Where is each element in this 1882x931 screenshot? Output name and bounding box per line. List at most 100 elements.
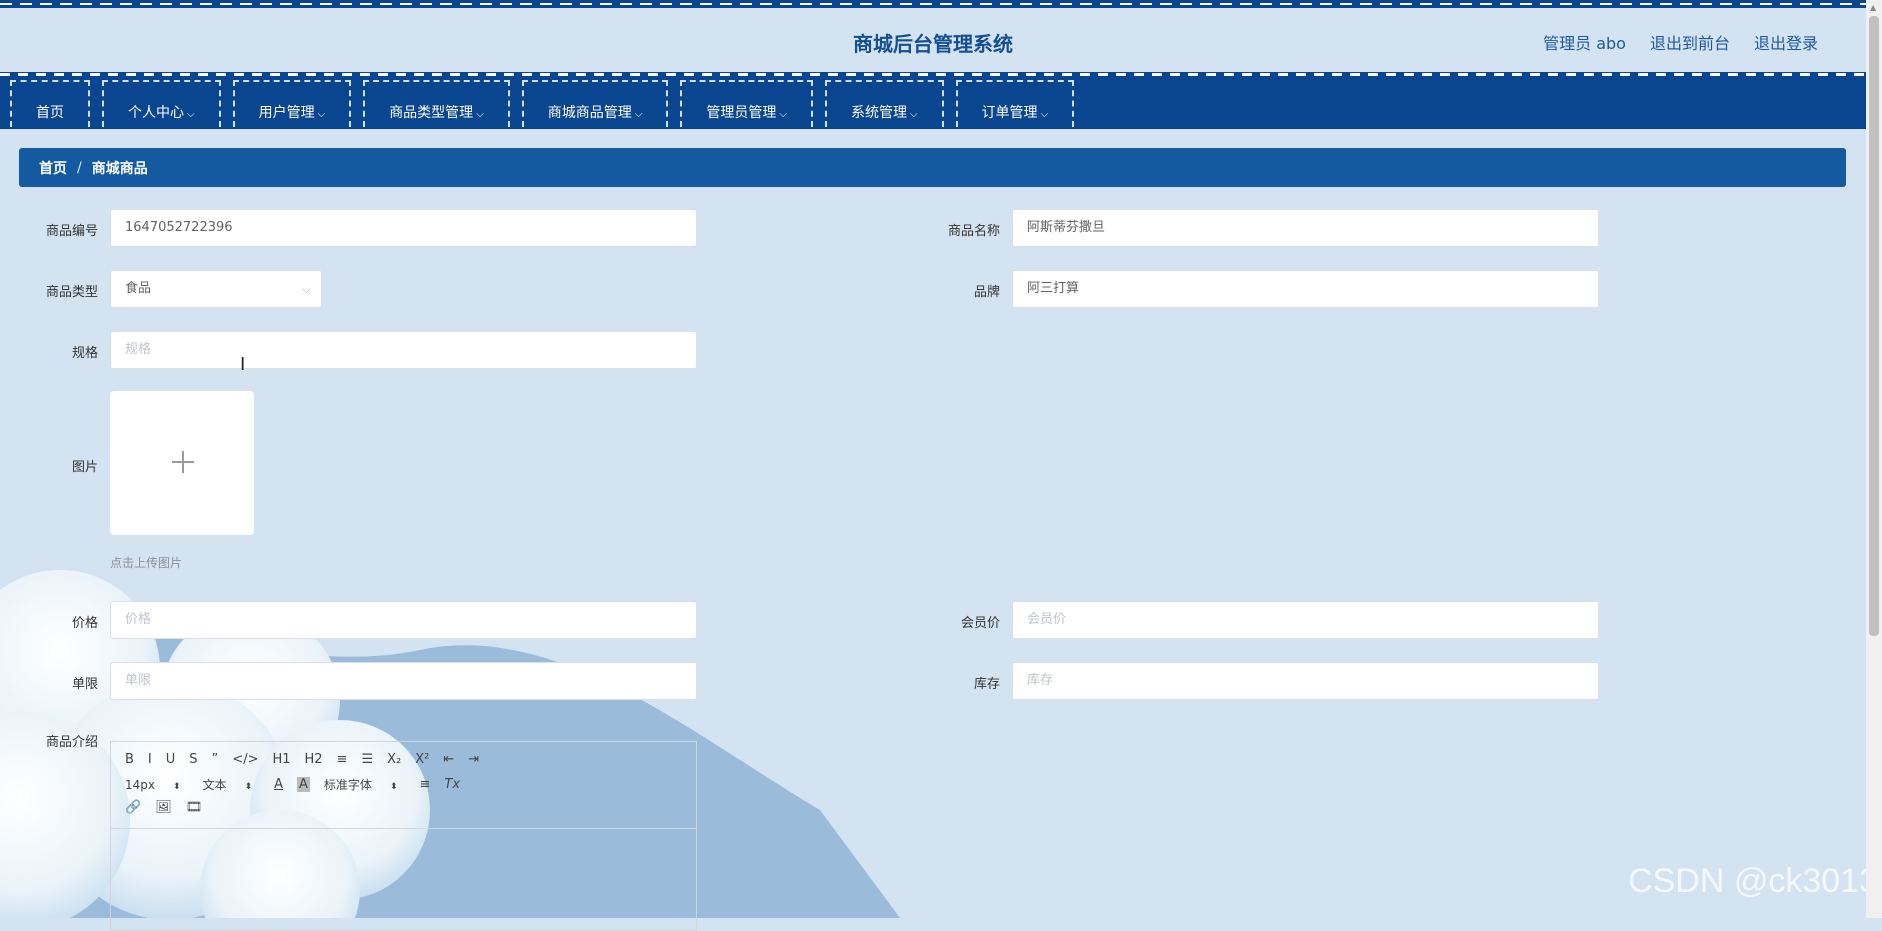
nav-item-label: 商城商品管理 [547, 105, 632, 121]
select-arrow-icon: ⬍ [173, 781, 181, 792]
member-price-label: 会员价 [960, 616, 1000, 631]
breadcrumb-separator: / [77, 159, 82, 176]
to-front-link[interactable]: 退出到前台 [1650, 30, 1730, 54]
code-input[interactable]: 1647052722396 [110, 209, 697, 247]
header-links: 管理员 abo 退出到前台 退出登录 [1543, 30, 1818, 54]
heading-select[interactable]: 文本 ⬍ [203, 776, 253, 793]
plus-icon [172, 451, 194, 473]
nav-item[interactable]: 订单管理 ⌵ [955, 80, 1075, 127]
top-header: 商城后台管理系统 管理员 abo 退出到前台 退出登录 [0, 0, 1866, 72]
italic-icon[interactable]: I [148, 752, 152, 767]
superscript-icon[interactable]: X² [415, 752, 429, 767]
clear-format-icon[interactable]: Tx [444, 777, 460, 792]
brand-input[interactable]: 阿三打算 [1012, 270, 1599, 308]
nav-item[interactable]: 系统管理 ⌵ [824, 80, 944, 127]
font-family-select[interactable]: 标准字体 ⬍ [324, 776, 398, 793]
background-color-icon[interactable]: A [297, 777, 310, 792]
code-label: 商品编号 [45, 224, 98, 239]
scrollbar-thumb[interactable] [1869, 16, 1879, 636]
type-label: 商品类型 [45, 285, 98, 300]
underline-icon[interactable]: U [166, 752, 176, 767]
admin-user-label[interactable]: 管理员 abo [1543, 30, 1626, 54]
h1-icon[interactable]: H1 [272, 752, 290, 767]
editor-toolbar-row-3: 🔗 🖼 🎞 [125, 800, 216, 815]
chevron-down-icon: ⌵ [1040, 109, 1049, 120]
chevron-down-icon: ⌵ [634, 109, 643, 120]
select-arrow-icon: ⬍ [244, 782, 253, 792]
nav-item[interactable]: 个人中心 ⌵ [102, 80, 221, 127]
spec-input[interactable]: 规格 [110, 331, 697, 369]
font-size-value: 14px [125, 777, 155, 792]
editor-toolbar-row-1: B I U S ” </> H1 H2 ≡ ☰ X₂ X² ⇤ ⇥ [125, 752, 493, 767]
nav-item-label: 商品类型管理 [389, 105, 474, 121]
nav-item[interactable]: 首页 [10, 80, 90, 127]
nav-item-label: 个人中心 [128, 105, 184, 121]
image-label: 图片 [71, 460, 98, 475]
stock-input[interactable]: 库存 [1012, 662, 1599, 700]
name-input[interactable]: 阿斯蒂芬撒旦 [1012, 209, 1599, 247]
strike-icon[interactable]: S [189, 752, 197, 767]
text-cursor-icon: I [240, 354, 246, 375]
chevron-down-icon: ⌵ [317, 109, 326, 120]
nav-item[interactable]: 商品类型管理 ⌵ [363, 80, 510, 127]
nav-item[interactable]: 管理员管理 ⌵ [680, 80, 813, 127]
spec-label: 规格 [71, 346, 98, 361]
nav-item-label: 管理员管理 [706, 105, 777, 121]
h2-icon[interactable]: H2 [305, 752, 323, 767]
nav-items: 首页 个人中心 ⌵ 用户管理 ⌵ 商品类型管理 ⌵ 商城商品管理 ⌵ 管理员管理 ⌵ 系统管理 ⌵ 订单管… [10, 80, 1075, 127]
chevron-down-icon: ⌵ [779, 109, 787, 120]
video-icon[interactable]: 🎞 [186, 800, 203, 815]
quote-icon[interactable]: ” [212, 752, 219, 767]
subscript-icon[interactable]: X₂ [387, 752, 401, 767]
brand-label: 品牌 [973, 285, 1000, 300]
rich-text-editor[interactable]: B I U S ” </> H1 H2 ≡ ☰ X₂ X² ⇤ ⇥ 14px ⬍ 文本 ⬍ A A 标准字体 ⬍… [110, 741, 697, 931]
link-icon[interactable]: 🔗 [125, 800, 141, 815]
type-select[interactable]: 食品 ⌵ [110, 270, 322, 308]
font-family-value: 标准字体 [323, 778, 372, 792]
nav-item-label: 系统管理 [850, 105, 907, 121]
bullet-list-icon[interactable]: ☰ [361, 752, 373, 767]
vertical-scrollbar[interactable]: ▲ [1866, 0, 1882, 918]
outdent-icon[interactable]: ⇤ [443, 752, 454, 767]
main-nav: 首页 个人中心 ⌵ 用户管理 ⌵ 商品类型管理 ⌵ 商城商品管理 ⌵ 管理员管理 ⌵ 系统管理 ⌵ 订单管… [0, 72, 1866, 129]
watermark: CSDN @ck3013 [1628, 862, 1878, 900]
font-color-icon[interactable]: A [274, 777, 283, 792]
image-icon[interactable]: 🖼 [155, 800, 172, 815]
name-label: 商品名称 [947, 224, 1000, 239]
editor-divider [111, 828, 696, 829]
nav-item[interactable]: 商城商品管理 ⌵ [521, 80, 669, 127]
nav-item-label: 首页 [36, 105, 64, 121]
price-input[interactable]: 价格 [110, 601, 697, 639]
breadcrumb-current: 商城商品 [91, 160, 148, 177]
chevron-down-icon: ⌵ [187, 109, 195, 120]
breadcrumb-home[interactable]: 首页 [39, 158, 67, 178]
chevron-down-icon: ⌵ [476, 109, 484, 120]
chevron-down-icon: ⌵ [909, 109, 918, 120]
intro-label: 商品介绍 [45, 735, 98, 750]
breadcrumb: 首页 / 商城商品 [19, 148, 1846, 187]
scroll-up-icon[interactable]: ▲ [1870, 3, 1876, 12]
limit-input[interactable]: 单限 [110, 662, 697, 700]
ordered-list-icon[interactable]: ≡ [337, 752, 348, 767]
heading-value: 文本 [202, 778, 227, 792]
code-icon[interactable]: </> [232, 752, 258, 767]
nav-item[interactable]: 用户管理 ⌵ [232, 80, 352, 127]
type-value: 食品 [125, 281, 152, 296]
editor-toolbar-row-2: 14px ⬍ 文本 ⬍ A A 标准字体 ⬍ ≡ Tx [125, 776, 474, 793]
header-stripe [0, 0, 1866, 8]
image-upload[interactable] [110, 391, 254, 535]
logout-link[interactable]: 退出登录 [1754, 30, 1818, 54]
stock-label: 库存 [973, 677, 1000, 692]
bold-icon[interactable]: B [125, 752, 134, 767]
font-size-select[interactable]: 14px ⬍ [125, 778, 181, 792]
nav-stripe [0, 72, 1866, 78]
align-icon[interactable]: ≡ [419, 777, 430, 792]
member-price-input[interactable]: 会员价 [1012, 601, 1599, 639]
limit-label: 单限 [71, 677, 98, 692]
nav-item-label: 用户管理 [258, 105, 315, 121]
select-arrow-icon: ⬍ [389, 782, 398, 792]
chevron-down-icon: ⌵ [301, 282, 311, 296]
nav-item-label: 订单管理 [981, 105, 1038, 121]
upload-hint: 点击上传图片 [110, 556, 183, 570]
indent-icon[interactable]: ⇥ [468, 752, 479, 767]
